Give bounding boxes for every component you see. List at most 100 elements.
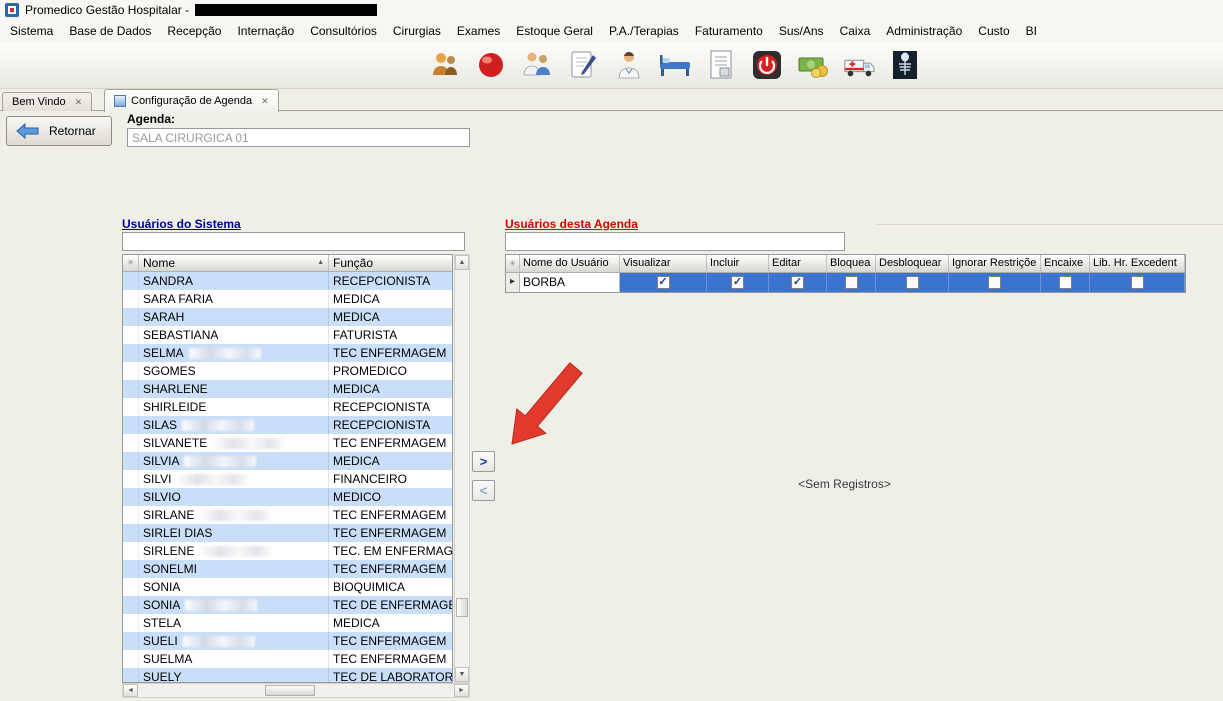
- vertical-scrollbar[interactable]: ▲ ▼: [454, 254, 470, 683]
- user-row[interactable]: SONIATEC DE ENFERMAGEM: [123, 596, 452, 614]
- prescription-pad-icon[interactable]: [566, 45, 600, 85]
- selector-header[interactable]: ✳: [506, 255, 520, 272]
- user-row[interactable]: SARAHMEDICA: [123, 308, 452, 326]
- user-name-cell[interactable]: BORBA: [520, 273, 620, 292]
- red-orb-icon[interactable]: [474, 45, 508, 85]
- agenda-users-grid: ✳Nome do UsuárioVisualizarIncluirEditarB…: [505, 254, 1186, 293]
- menu-recepcao[interactable]: Recepção: [159, 21, 229, 41]
- selector-header[interactable]: ✳: [123, 255, 139, 271]
- agenda-label: Agenda:: [127, 112, 175, 126]
- menu-exames[interactable]: Exames: [449, 21, 508, 41]
- menu-bi[interactable]: BI: [1018, 21, 1045, 41]
- xray-icon[interactable]: [888, 45, 922, 85]
- agenda-users-filter-input[interactable]: [505, 232, 845, 251]
- scroll-down-icon[interactable]: ▼: [455, 667, 469, 682]
- menu-consultorios[interactable]: Consultórios: [302, 21, 385, 41]
- reception-people-icon[interactable]: [428, 45, 462, 85]
- permission-checkbox[interactable]: ✓: [731, 276, 744, 289]
- column-header-editar[interactable]: Editar: [769, 255, 827, 272]
- agenda-user-row[interactable]: ▸BORBA✓✓✓: [506, 273, 1185, 292]
- menu-base-de-dados[interactable]: Base de Dados: [61, 21, 159, 41]
- user-row[interactable]: SUELYTEC DE LABORATORIO: [123, 668, 452, 682]
- menu-internacao[interactable]: Internação: [229, 21, 302, 41]
- hospital-bed-icon[interactable]: [658, 45, 692, 85]
- row-selector-cell: [123, 524, 139, 542]
- menu-estoque-geral[interactable]: Estoque Geral: [508, 21, 601, 41]
- scroll-up-icon[interactable]: ▲: [455, 255, 469, 270]
- user-role-cell: TEC DE ENFERMAGEM: [329, 596, 452, 614]
- close-icon[interactable]: ✕: [261, 96, 269, 107]
- menu-faturamento[interactable]: Faturamento: [687, 21, 771, 41]
- invoice-icon[interactable]: [704, 45, 738, 85]
- column-header-desbloquear[interactable]: Desbloquear: [876, 255, 949, 272]
- tab-bem-vindo[interactable]: Bem Vindo ✕: [2, 92, 92, 111]
- user-row[interactable]: SGOMESPROMEDICO: [123, 362, 452, 380]
- user-row[interactable]: SIRLENETEC. EM ENFERMAGEM: [123, 542, 452, 560]
- cashier-money-icon[interactable]: [796, 45, 830, 85]
- user-row[interactable]: SILASRECEPCIONISTA: [123, 416, 452, 434]
- column-header-nome[interactable]: Nome ▲: [139, 255, 329, 271]
- user-row[interactable]: SUELMATEC ENFERMAGEM: [123, 650, 452, 668]
- remove-user-button[interactable]: <: [472, 480, 495, 501]
- user-name-cell: SGOMES: [139, 362, 329, 380]
- column-header-incluir[interactable]: Incluir: [707, 255, 769, 272]
- user-row[interactable]: SHIRLEIDERECEPCIONISTA: [123, 398, 452, 416]
- row-selector-cell: [123, 434, 139, 452]
- column-header-bloquea[interactable]: Bloquea: [827, 255, 876, 272]
- agenda-input[interactable]: [127, 128, 470, 147]
- system-users-filter-input[interactable]: [122, 232, 465, 251]
- user-row[interactable]: SILVIOMEDICO: [123, 488, 452, 506]
- row-selector-cell: [123, 632, 139, 650]
- ambulance-icon[interactable]: [842, 45, 876, 85]
- permission-checkbox[interactable]: [845, 276, 858, 289]
- column-header-lib-hr-excedent[interactable]: Lib. Hr. Excedent: [1090, 255, 1185, 272]
- scrollbar-thumb[interactable]: [456, 598, 468, 617]
- menu-sus-ans[interactable]: Sus/Ans: [771, 21, 832, 41]
- column-header-ignorar-restricoe[interactable]: Ignorar Restriçõe: [949, 255, 1041, 272]
- return-button[interactable]: Retornar: [6, 116, 112, 146]
- user-row[interactable]: STELAMEDICA: [123, 614, 452, 632]
- user-row[interactable]: SHARLENEMEDICA: [123, 380, 452, 398]
- column-header-encaixe[interactable]: Encaixe: [1041, 255, 1090, 272]
- permission-checkbox[interactable]: ✓: [791, 276, 804, 289]
- menu-administracao[interactable]: Administração: [878, 21, 970, 41]
- doctor-icon[interactable]: [612, 45, 646, 85]
- user-row[interactable]: SANDRARECEPCIONISTA: [123, 272, 452, 290]
- menu-sistema[interactable]: Sistema: [2, 21, 61, 41]
- toolbar: [0, 42, 1223, 89]
- column-header-funcao[interactable]: Função: [329, 255, 452, 271]
- user-row[interactable]: SILVIAMEDICA: [123, 452, 452, 470]
- user-row[interactable]: SIRLEI DIASTEC ENFERMAGEM: [123, 524, 452, 542]
- add-user-button[interactable]: >: [472, 451, 495, 472]
- user-row[interactable]: SEBASTIANAFATURISTA: [123, 326, 452, 344]
- scrollbar-thumb[interactable]: [265, 685, 315, 696]
- permission-checkbox[interactable]: [988, 276, 1001, 289]
- horizontal-scrollbar[interactable]: ◄ ►: [122, 683, 470, 698]
- user-row[interactable]: SONELMITEC ENFERMAGEM: [123, 560, 452, 578]
- scroll-left-icon[interactable]: ◄: [123, 684, 138, 697]
- user-row[interactable]: SARA FARIAMEDICA: [123, 290, 452, 308]
- user-row[interactable]: SIRLANETEC ENFERMAGEM: [123, 506, 452, 524]
- permission-checkbox[interactable]: [906, 276, 919, 289]
- medical-staff-icon[interactable]: [520, 45, 554, 85]
- tab-configuracao-de-agenda[interactable]: Configuração de Agenda ✕: [104, 89, 279, 112]
- user-row[interactable]: SILVIFINANCEIRO: [123, 470, 452, 488]
- menu-p-a-terapias[interactable]: P.A./Terapias: [601, 21, 687, 41]
- column-header-visualizar[interactable]: Visualizar: [620, 255, 707, 272]
- scroll-right-icon[interactable]: ►: [454, 684, 469, 697]
- user-row[interactable]: SUELITEC ENFERMAGEM: [123, 632, 452, 650]
- permission-checkbox[interactable]: [1131, 276, 1144, 289]
- permission-cell: ✓: [707, 273, 769, 292]
- close-icon[interactable]: ✕: [75, 97, 83, 108]
- menu-cirurgias[interactable]: Cirurgias: [385, 21, 449, 41]
- row-selector-cell: [123, 488, 139, 506]
- user-row[interactable]: SONIABIOQUIMICA: [123, 578, 452, 596]
- column-header-nome-do-usuario[interactable]: Nome do Usuário: [520, 255, 620, 272]
- permission-checkbox[interactable]: [1059, 276, 1072, 289]
- menu-caixa[interactable]: Caixa: [832, 21, 879, 41]
- user-row[interactable]: SELMATEC ENFERMAGEM: [123, 344, 452, 362]
- menu-custo[interactable]: Custo: [970, 21, 1017, 41]
- permission-checkbox[interactable]: ✓: [657, 276, 670, 289]
- user-row[interactable]: SILVANETETEC ENFERMAGEM: [123, 434, 452, 452]
- power-red-icon[interactable]: [750, 45, 784, 85]
